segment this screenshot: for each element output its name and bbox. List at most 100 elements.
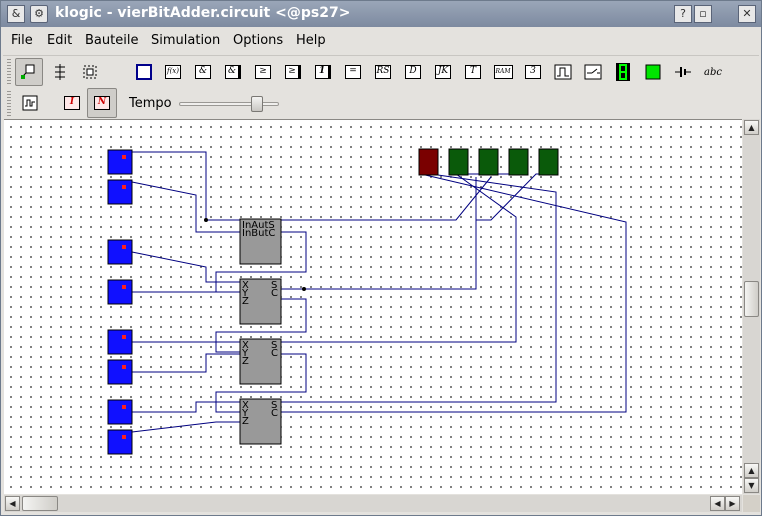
d-flipflop-icon: D <box>405 65 421 79</box>
output-led-green[interactable] <box>538 148 559 176</box>
ram-button[interactable]: RAM <box>490 59 516 85</box>
output-led-green[interactable] <box>478 148 499 176</box>
adder-label: InButC <box>242 228 275 239</box>
rs-flipflop-button[interactable]: RS <box>370 59 396 85</box>
menu-bauteile[interactable]: Bauteile <box>85 33 138 48</box>
oscilloscope-button[interactable] <box>17 90 43 116</box>
nand-gate-icon: & <box>225 65 241 79</box>
led-button[interactable] <box>640 59 666 85</box>
output-led-green[interactable] <box>448 148 469 176</box>
led-display-button[interactable] <box>610 59 636 85</box>
adder-c-label: C <box>271 288 278 299</box>
wire <box>132 401 241 413</box>
inverter-button[interactable]: 1 <box>310 59 336 85</box>
scroll-down-icon[interactable]: ▼ <box>744 478 759 493</box>
adder-z-label: Z <box>242 416 249 427</box>
scroll-left-icon[interactable]: ◀ <box>5 496 20 511</box>
output-leds <box>418 148 559 176</box>
input-switch[interactable] <box>107 329 133 355</box>
input-led <box>122 365 126 369</box>
input-led <box>122 405 126 409</box>
and-gate-icon: & <box>195 65 211 79</box>
and-gate-button[interactable]: & <box>190 59 216 85</box>
menu-bar: File Edit Bauteile Simulation Options He… <box>1 29 761 53</box>
vertical-scroll-thumb[interactable] <box>744 281 759 317</box>
wire <box>281 173 627 413</box>
d-flipflop-button[interactable]: D <box>400 59 426 85</box>
toolbar-grip[interactable] <box>7 59 11 85</box>
input-led <box>122 285 126 289</box>
input-switch[interactable] <box>107 399 133 425</box>
menu-simulation[interactable]: Simulation <box>151 33 220 48</box>
wire <box>281 177 477 290</box>
input-switch[interactable] <box>107 149 133 175</box>
nor-gate-icon: ≥ <box>285 65 301 79</box>
input-led <box>122 185 126 189</box>
select-tool-button[interactable] <box>15 58 43 86</box>
select-tool-icon <box>21 64 35 79</box>
oscilloscope-icon <box>22 95 38 111</box>
input-switch[interactable] <box>107 179 133 205</box>
menu-options[interactable]: Options <box>233 33 283 48</box>
text-icon: abc <box>704 66 722 78</box>
input-switch[interactable] <box>107 429 133 455</box>
input-switch[interactable] <box>107 239 133 265</box>
minimize-icon[interactable]: ▫ <box>694 5 712 23</box>
or-gate-button[interactable]: ≥ <box>250 59 276 85</box>
app-icon[interactable]: & <box>7 5 25 23</box>
output-led-red[interactable] <box>418 148 439 176</box>
switch-button[interactable] <box>580 59 606 85</box>
menu-edit[interactable]: Edit <box>47 33 72 48</box>
led-icon <box>645 64 661 80</box>
equation-button[interactable]: f(x) <box>160 59 186 85</box>
group-tool-button[interactable] <box>77 59 103 85</box>
scroll-up-icon[interactable]: ▲ <box>744 463 759 478</box>
scroll-left-icon[interactable]: ◀ <box>710 496 725 511</box>
clock-button[interactable] <box>550 59 576 85</box>
jk-flipflop-button[interactable]: JK <box>430 59 456 85</box>
led-display-icon <box>616 63 630 81</box>
wire <box>281 173 557 403</box>
xor-gate-button[interactable]: = <box>340 59 366 85</box>
wire <box>281 173 517 343</box>
output-led-green[interactable] <box>508 148 529 176</box>
window-title: klogic - vierBitAdder.circuit <@ps27> <box>55 5 351 21</box>
wire <box>132 151 241 221</box>
input-switches <box>107 149 133 455</box>
menu-help[interactable]: Help <box>296 33 326 48</box>
mode-n-button[interactable]: N <box>87 88 117 118</box>
vertical-scrollbar[interactable]: ▲ ▲ ▼ <box>743 119 760 494</box>
horizontal-scroll-thumb[interactable] <box>22 496 58 511</box>
scroll-up-icon[interactable]: ▲ <box>744 120 759 135</box>
scroll-right-icon[interactable]: ▶ <box>725 496 740 511</box>
wire-tool-button[interactable] <box>47 59 73 85</box>
wires <box>131 151 627 433</box>
horizontal-scrollbar[interactable]: ◀ ◀ ▶ <box>4 495 742 512</box>
help-icon[interactable]: ? <box>674 5 692 23</box>
input-led <box>122 245 126 249</box>
input-led <box>122 155 126 159</box>
clock-icon <box>554 64 572 80</box>
input-switch[interactable] <box>107 359 133 385</box>
power-button[interactable] <box>670 59 696 85</box>
input-switch[interactable] <box>107 279 133 305</box>
window-menu-icon[interactable]: ⚙ <box>30 5 48 23</box>
t-flipflop-button[interactable]: T <box>460 59 486 85</box>
junction-dot <box>302 287 306 291</box>
text-button[interactable]: abc <box>700 59 726 85</box>
inverter-icon: 1 <box>315 65 331 79</box>
wire <box>131 421 241 433</box>
subcircuit-button[interactable] <box>131 59 157 85</box>
tempo-slider-track[interactable] <box>179 102 279 106</box>
title-bar: & ⚙ klogic - vierBitAdder.circuit <@ps27… <box>1 1 761 27</box>
mode-i-button[interactable]: I <box>59 90 85 116</box>
toolbar2-grip[interactable] <box>7 91 11 117</box>
menu-file[interactable]: File <box>11 33 33 48</box>
nand-gate-button[interactable]: & <box>220 59 246 85</box>
close-icon[interactable]: ✕ <box>738 5 756 23</box>
tristate-button[interactable]: 3 <box>520 59 546 85</box>
nor-gate-button[interactable]: ≥ <box>280 59 306 85</box>
circuit-canvas[interactable]: InAutS InButC X Y Z S C X Y Z S C X Y Z … <box>4 119 742 494</box>
mode-n-icon: N <box>94 96 110 110</box>
tempo-slider-thumb[interactable] <box>251 96 264 112</box>
